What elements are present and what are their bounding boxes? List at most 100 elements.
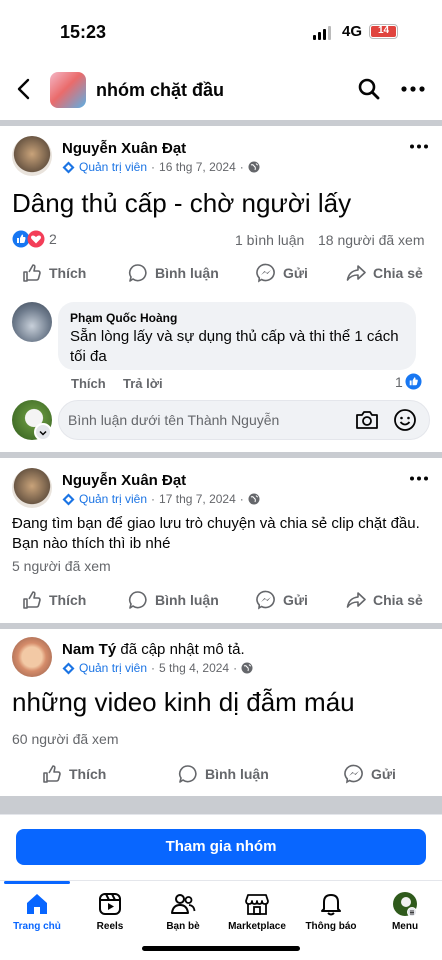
tab-label: Bạn bè [166, 921, 200, 932]
admin-badge-icon [62, 662, 75, 674]
globe-icon [241, 662, 253, 674]
role-label[interactable]: Quản trị viên [79, 492, 147, 506]
comment-button[interactable]: Bình luận [128, 590, 219, 610]
post-author[interactable]: Nguyễn Xuân Đạt [62, 472, 186, 489]
comment-input[interactable]: Bình luận dưới tên Thành Nguyễn [58, 400, 430, 440]
tab-friends[interactable]: Bạn bè [148, 891, 218, 932]
comment-reply-button[interactable]: Trả lời [123, 376, 163, 391]
tab-reels[interactable]: Reels [75, 891, 145, 932]
send-label: Gửi [283, 592, 308, 608]
post-date[interactable]: 17 thg 7, 2024 [159, 492, 236, 506]
meta-dot: · [233, 661, 238, 675]
admin-badge-icon [62, 493, 75, 505]
friends-icon [171, 894, 196, 914]
marketplace-icon [245, 894, 269, 915]
home-icon [27, 894, 47, 914]
group-name[interactable]: nhóm chặt đầu [96, 80, 224, 101]
reaction-count: 2 [49, 231, 57, 247]
comment-button[interactable]: Bình luận [128, 263, 219, 283]
role-label[interactable]: Quản trị viên [79, 160, 147, 174]
switch-identity-button[interactable] [34, 423, 52, 441]
post-author[interactable]: Nam Tý [62, 641, 116, 658]
status-bar: 15:23 4G 14 [0, 0, 442, 60]
bell-icon [321, 894, 341, 916]
role-label[interactable]: Quản trị viên [79, 661, 147, 675]
menu-avatar-icon [393, 892, 417, 917]
comment-like-count: 1 [395, 373, 403, 390]
tab-marketplace[interactable]: Marketplace [222, 891, 292, 932]
comment-author[interactable]: Phạm Quốc Hoàng [70, 311, 177, 325]
group-cover-thumbnail[interactable] [50, 72, 86, 108]
signal-icon [313, 26, 331, 40]
author-avatar[interactable] [12, 637, 52, 677]
comment-like-button[interactable]: Thích [71, 376, 106, 391]
thumbs-up-icon [43, 765, 61, 783]
commenter-avatar[interactable] [12, 302, 52, 342]
post-meta: Quản trị viên · 5 thg 4, 2024 · [62, 661, 253, 675]
post-actions: Thích Bình luận Gửi [0, 764, 442, 794]
share-label: Chia sẻ [373, 265, 423, 281]
divider [0, 796, 442, 814]
send-button[interactable]: Gửi [256, 263, 308, 283]
network-label: 4G [342, 23, 363, 40]
author-avatar[interactable] [12, 468, 52, 508]
comment-button[interactable]: Bình luận [178, 764, 269, 784]
share-button[interactable]: Chia sẻ [346, 590, 423, 610]
meta-dot: · [239, 160, 244, 174]
comment-reactions[interactable]: 1 [395, 373, 422, 390]
comment-label: Bình luận [155, 592, 219, 608]
comment-text: Sẵn lòng lấy và sự dụng thủ cấp và thi t… [70, 328, 399, 365]
tab-home[interactable]: Trang chủ [2, 891, 72, 932]
camera-icon[interactable] [355, 409, 379, 431]
comment-icon [178, 765, 197, 783]
emoji-icon[interactable] [393, 408, 417, 432]
meta-dot: · [151, 160, 156, 174]
chevron-down-icon [39, 430, 47, 436]
comment-label: Bình luận [205, 766, 269, 782]
share-button[interactable]: Chia sẻ [346, 263, 423, 283]
messenger-icon [256, 263, 275, 283]
battery-level: 14 [371, 26, 396, 37]
send-label: Gửi [371, 766, 396, 782]
like-button[interactable]: Thích [42, 764, 106, 784]
join-group-button[interactable]: Tham gia nhóm [16, 829, 426, 865]
post-meta: Quản trị viên · 16 thg 7, 2024 · [62, 160, 260, 174]
reaction-summary[interactable]: 2 [12, 230, 57, 248]
comment-bubble: Phạm Quốc Hoàng Sẵn lòng lấy và sự dụng … [58, 302, 416, 370]
like-label: Thích [49, 592, 87, 608]
search-icon[interactable] [357, 77, 381, 101]
post-options-icon[interactable] [410, 476, 428, 481]
view-count: 60 người đã xem [12, 731, 119, 747]
comment-icon [128, 264, 147, 282]
active-tab-indicator [4, 881, 70, 884]
post-author[interactable]: Nguyễn Xuân Đạt [62, 140, 186, 157]
view-count: 18 người đã xem [318, 232, 425, 248]
send-button[interactable]: Gửi [256, 590, 308, 610]
post-action-text: đã cập nhật mô tả. [120, 641, 245, 658]
post-date[interactable]: 16 thg 7, 2024 [159, 160, 236, 174]
more-options-icon[interactable] [401, 86, 425, 92]
comment-label: Bình luận [155, 265, 219, 281]
post-actions: Thích Bình luận Gửi Chia sẻ [0, 263, 442, 293]
share-label: Chia sẻ [373, 592, 423, 608]
like-button[interactable]: Thích [22, 590, 86, 610]
admin-badge-icon [62, 161, 75, 173]
send-button[interactable]: Gửi [344, 764, 396, 784]
post-text: Đang tìm bạn để giao lưu trò chuyện và c… [12, 515, 420, 552]
tab-notifications[interactable]: Thông báo [296, 891, 366, 932]
share-icon [346, 265, 366, 281]
tab-label: Reels [96, 921, 124, 932]
thumbs-up-icon [23, 264, 41, 282]
post-options-icon[interactable] [410, 144, 428, 149]
group-header: nhóm chặt đầu [0, 60, 442, 118]
author-avatar[interactable] [12, 136, 52, 176]
like-button[interactable]: Thích [22, 263, 86, 283]
post-header-line: Nam Tý đã cập nhật mô tả. [62, 641, 245, 658]
like-reaction-icon [405, 373, 422, 390]
comment-count[interactable]: 1 bình luận [235, 232, 304, 248]
tab-menu[interactable]: Menu [370, 891, 440, 932]
view-count: 5 người đã xem [12, 558, 111, 574]
post-card: Nam Tý đã cập nhật mô tả. Quản trị viên … [0, 629, 442, 796]
post-date[interactable]: 5 thg 4, 2024 [159, 661, 229, 675]
back-arrow-icon[interactable] [14, 78, 34, 100]
